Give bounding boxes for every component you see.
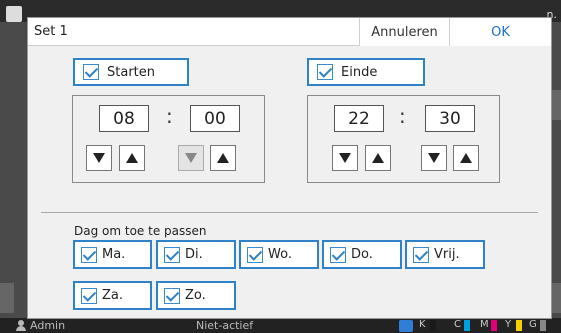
day-checkbox-za[interactable]: Za.	[73, 281, 152, 310]
days-section-label: Dag om toe te passen	[74, 224, 207, 238]
dialog-title: Set 1	[34, 24, 68, 39]
ink-label-g: G	[529, 319, 537, 330]
day-label: Vrij.	[434, 247, 460, 262]
user-icon	[16, 320, 26, 331]
day-label: Zo.	[185, 288, 206, 303]
dialog-body: Starten Einde 08 : 00 22 : 30 Dag om toe…	[28, 46, 551, 318]
day-label: Di.	[185, 247, 203, 262]
section-divider	[41, 212, 538, 213]
home-icon	[6, 6, 22, 22]
checkbox-checked-icon	[413, 246, 429, 263]
arrow-down-icon	[428, 153, 440, 163]
day-label: Za.	[102, 288, 124, 303]
start-minute-field[interactable]: 00	[190, 105, 240, 132]
day-label: Do.	[351, 247, 373, 262]
end-minute-decrement-button[interactable]	[421, 145, 447, 171]
time-separator: :	[166, 104, 173, 128]
day-checkbox-wo[interactable]: Wo.	[239, 240, 319, 269]
arrow-up-icon	[372, 153, 384, 163]
end-hour-decrement-button[interactable]	[332, 145, 358, 171]
checkbox-checked-icon	[164, 246, 180, 263]
cancel-button[interactable]: Annuleren	[359, 18, 449, 46]
end-label: Einde	[341, 64, 378, 80]
arrow-up-icon	[460, 153, 472, 163]
start-hour-decrement-button[interactable]	[86, 145, 112, 171]
day-checkbox-vrij[interactable]: Vrij.	[405, 240, 485, 269]
arrow-down-icon	[93, 153, 105, 163]
start-minute-decrement-button[interactable]	[178, 145, 204, 171]
checkbox-checked-icon	[81, 287, 97, 304]
user-indicator: Admin	[16, 319, 65, 332]
time-separator: :	[399, 104, 406, 128]
start-hour-increment-button[interactable]	[119, 145, 145, 171]
ink-level-k	[430, 320, 436, 331]
checkbox-checked-icon	[317, 64, 333, 80]
background-side-block	[0, 283, 14, 313]
start-hour-field[interactable]: 08	[99, 105, 149, 132]
ok-button[interactable]: OK	[449, 18, 551, 46]
end-minute-increment-button[interactable]	[453, 145, 479, 171]
checkbox-checked-icon	[330, 246, 346, 263]
end-time-group: 22 : 30	[307, 95, 500, 183]
end-minute-field[interactable]: 30	[425, 105, 475, 132]
arrow-down-icon	[185, 153, 197, 163]
machine-state: Niet-actief	[196, 319, 254, 332]
checkbox-checked-icon	[81, 246, 97, 263]
day-label: Wo.	[268, 247, 292, 262]
ink-level-m	[491, 320, 497, 331]
checkbox-checked-icon	[164, 287, 180, 304]
day-checkbox-zo[interactable]: Zo.	[156, 281, 236, 310]
day-checkbox-di[interactable]: Di.	[156, 240, 236, 269]
arrow-up-icon	[217, 153, 229, 163]
ink-level-g	[540, 320, 546, 331]
checkbox-checked-icon	[83, 64, 99, 80]
arrow-down-icon	[339, 153, 351, 163]
start-checkbox[interactable]: Starten	[73, 58, 189, 86]
ink-status-check-icon	[399, 320, 413, 332]
end-hour-field[interactable]: 22	[334, 105, 384, 132]
ink-label-c: C	[454, 319, 461, 330]
ink-level-c	[464, 320, 470, 331]
checkbox-checked-icon	[247, 246, 263, 263]
dialog-header: Set 1 Annuleren OK	[28, 18, 551, 46]
status-bar: Admin Niet-actief K C M Y G	[0, 318, 561, 333]
day-checkbox-ma[interactable]: Ma.	[73, 240, 152, 269]
ink-label-y: Y	[505, 319, 512, 330]
schedule-dialog: Set 1 Annuleren OK Starten Einde 08 : 00…	[28, 18, 551, 318]
user-name: Admin	[30, 319, 66, 332]
ink-level-y	[516, 320, 522, 331]
day-label: Ma.	[102, 247, 126, 262]
end-hour-increment-button[interactable]	[365, 145, 391, 171]
start-label: Starten	[107, 64, 155, 80]
end-checkbox[interactable]: Einde	[307, 58, 425, 86]
start-minute-increment-button[interactable]	[210, 145, 236, 171]
start-time-group: 08 : 00	[72, 95, 265, 183]
day-checkbox-do[interactable]: Do.	[322, 240, 402, 269]
ink-label-m: M	[480, 319, 489, 330]
ink-label-k: K	[419, 319, 426, 330]
arrow-up-icon	[126, 153, 138, 163]
